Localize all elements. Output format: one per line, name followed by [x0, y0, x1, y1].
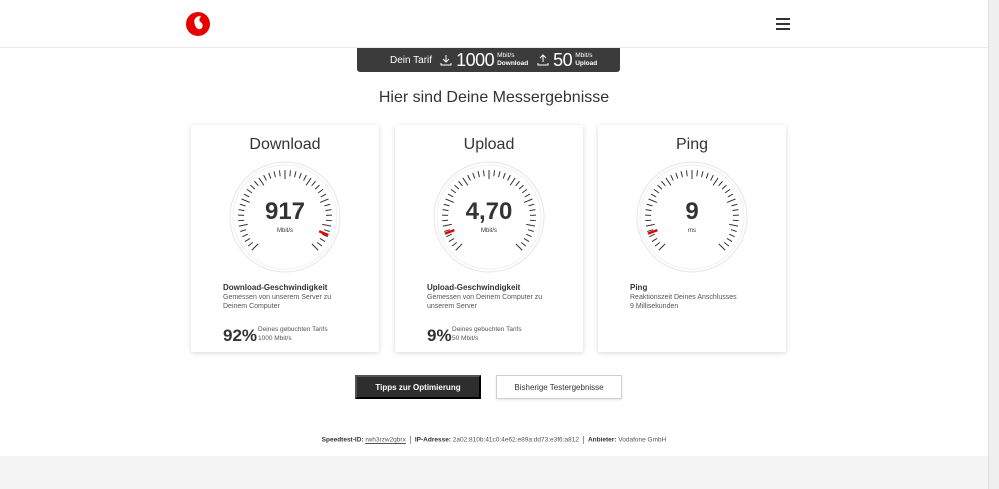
upload-description: Upload-Geschwindigkeit Gemessen von Dein… — [427, 283, 557, 311]
download-percent: 92% — [223, 326, 258, 345]
upload-arrow-icon — [537, 54, 549, 66]
scrollbar[interactable] — [988, 0, 999, 489]
upload-card-title: Upload — [463, 136, 515, 153]
download-description: Download-Geschwindigkeit Gemessen von un… — [223, 283, 353, 311]
ip-value: 2a02:810b:41c0:4e62:e89a:dd73:e3f6:a812 — [452, 436, 579, 444]
ping-desc-text: Reaktionszeit Deines Anschlusses — [630, 294, 737, 301]
upload-percent-line1: Deines gebuchten Tarifs — [452, 326, 522, 333]
download-desc-title: Download-Geschwindigkeit — [223, 283, 328, 292]
gauge-tick — [482, 170, 485, 177]
gauge-tick — [289, 170, 292, 177]
download-card: Download 917 Mbit/s Download-Geschwindig… — [191, 125, 379, 352]
ping-card: Ping 9 ms Ping Reaktionszeit Deines Ansc… — [598, 125, 786, 352]
tarif-download-value: 1000 — [456, 49, 495, 70]
download-arrow-icon — [440, 55, 452, 66]
gauge-tick — [685, 170, 688, 177]
page-title: Hier sind Deine Messergebnisse — [378, 89, 610, 106]
gauge-tick — [696, 170, 699, 177]
upload-unit: Mbit/s — [480, 228, 497, 234]
tarif-upload-value: 50 — [553, 49, 573, 70]
tarif-upload-unit-block: Mbit/s Upload — [575, 52, 597, 68]
tarif-download-label: Download — [497, 60, 529, 67]
speedtest-id-link[interactable]: rwh3rzw2qbrx — [365, 437, 405, 444]
upload-percent-line2: 50 Mbit/s — [452, 335, 479, 342]
ping-value: 9 — [685, 198, 699, 225]
download-percent-line2: 1000 Mbit/s — [258, 335, 292, 342]
tarif-download-unit: Mbit/s — [497, 52, 515, 59]
gauge-tick — [278, 170, 281, 177]
download-card-title: Download — [249, 136, 321, 153]
tarif-upload-label: Upload — [575, 60, 598, 67]
upload-value: 4,70 — [465, 198, 513, 225]
ping-gauge: 9 ms — [636, 161, 748, 273]
previous-results-button[interactable]: Bisherige Testergebnisse — [496, 375, 622, 399]
ping-description: Ping Reaktionszeit Deines Anschlusses 9 … — [630, 283, 760, 311]
footer-divider — [582, 436, 584, 444]
upload-card: Upload 4,70 Mbit/s Upload-Geschwindigkei… — [395, 125, 583, 352]
tarif-banner: Dein Tarif 1000 Mbit/s Download 50 Mbit/… — [357, 48, 620, 72]
download-unit: Mbit/s — [276, 228, 293, 234]
upload-percent-caption: Deines gebuchten Tarifs 50 Mbit/s — [452, 325, 522, 343]
vodafone-logo-icon[interactable] — [186, 12, 210, 36]
footer-divider — [409, 436, 411, 444]
hamburger-menu-icon[interactable] — [776, 18, 790, 30]
ping-desc-title: Ping — [630, 283, 648, 292]
download-percent-caption: Deines gebuchten Tarifs 1000 Mbit/s — [258, 325, 328, 343]
upload-gauge: 4,70 Mbit/s — [433, 161, 545, 273]
download-gauge: 917 Mbit/s — [229, 161, 341, 273]
ping-desc-text2: 9 Millisekunden — [630, 303, 679, 310]
tarif-download-unit-block: Mbit/s Download — [497, 52, 528, 68]
gauge-tick — [493, 170, 496, 177]
tarif-upload-unit: Mbit/s — [575, 52, 593, 59]
footer-info: Speedtest-ID: rwh3rzw2qbrx IP-Adresse: 2a… — [0, 436, 988, 444]
upload-desc-text: Gemessen von Deinem Computer zu unserem … — [427, 294, 543, 310]
ip-label: IP-Adresse: — [414, 436, 451, 444]
upload-percent: 9% — [427, 326, 452, 345]
provider-label: Anbieter: — [587, 436, 617, 444]
speedtest-id-label: Speedtest-ID: — [321, 436, 364, 444]
site-header — [0, 0, 988, 48]
download-value: 917 — [264, 198, 306, 225]
tarif-label: Dein Tarif — [390, 54, 433, 66]
tips-optimization-button[interactable]: Tipps zur Optimierung — [355, 375, 481, 399]
upload-desc-title: Upload-Geschwindigkeit — [427, 283, 521, 292]
ping-card-title: Ping — [675, 136, 709, 153]
download-desc-text: Gemessen von unserem Server zu Deinem Co… — [223, 294, 332, 310]
ping-unit: ms — [688, 228, 696, 234]
page-bottom-area — [0, 456, 988, 489]
provider-value: Vodafone GmbH — [618, 436, 667, 444]
download-percent-line1: Deines gebuchten Tarifs — [258, 326, 328, 333]
